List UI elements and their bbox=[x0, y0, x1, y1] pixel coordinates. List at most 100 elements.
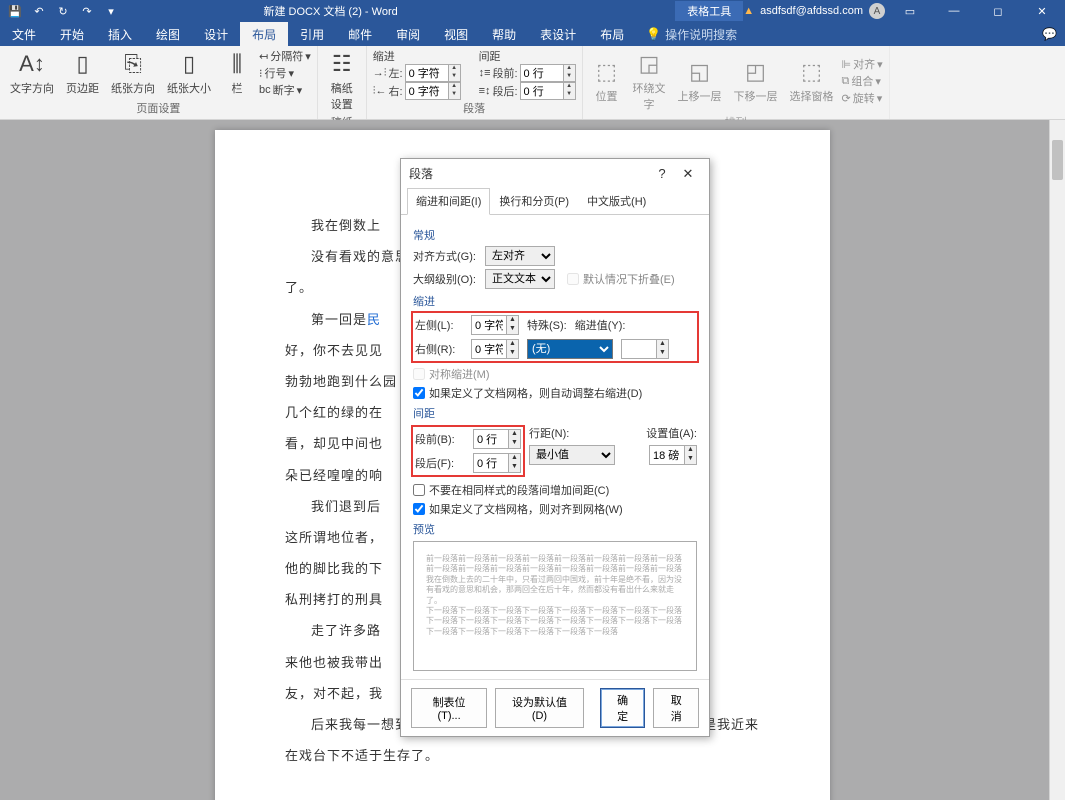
paragraph-dialog: 段落 ? ✕ 缩进和间距(I) 换行和分页(P) 中文版式(H) 常规 对齐方式… bbox=[400, 158, 710, 737]
orientation-button[interactable]: ⎘纸张方向 bbox=[107, 48, 159, 98]
breaks-button[interactable]: ↤分隔符 ▾ bbox=[259, 48, 311, 64]
orientation-icon: ⎘ bbox=[119, 50, 147, 78]
size-button[interactable]: ▯纸张大小 bbox=[163, 48, 215, 98]
line-numbers-button[interactable]: ⁝行号 ▾ bbox=[259, 65, 311, 81]
manuscript-button[interactable]: ☷稿纸 设置 bbox=[324, 48, 360, 114]
tab-help[interactable]: 帮助 bbox=[480, 22, 528, 47]
tab-asian-typography[interactable]: 中文版式(H) bbox=[578, 188, 655, 214]
alignment-label: 对齐方式(G): bbox=[413, 248, 479, 264]
margins-button[interactable]: ▯页边距 bbox=[62, 48, 103, 98]
quick-access-toolbar: 💾 ↶ ↻ ↷ ▾ bbox=[0, 5, 126, 18]
tab-design[interactable]: 设计 bbox=[192, 22, 240, 47]
close-icon[interactable]: ✕ bbox=[675, 166, 701, 182]
tell-me[interactable]: 💡操作说明搜索 bbox=[636, 22, 747, 47]
bring-forward-button[interactable]: ◱上移一层 bbox=[674, 56, 726, 106]
group-arrange: ⬚位置 ◲环绕文 字 ◱上移一层 ◰下移一层 ⬚选择窗格 ⊫对齐 ▾ ⧉组合 ▾… bbox=[583, 46, 890, 119]
tabs-button[interactable]: 制表位(T)... bbox=[411, 688, 487, 728]
indent-right-icon: ⫶← bbox=[373, 85, 387, 98]
line-spacing-select[interactable]: 最小值 bbox=[529, 445, 615, 465]
before-input[interactable]: ▲▼ bbox=[473, 429, 521, 449]
selection-pane-button[interactable]: ⬚选择窗格 bbox=[786, 56, 838, 106]
ok-button[interactable]: 确定 bbox=[600, 688, 646, 728]
redo-icon[interactable]: ↻ bbox=[52, 5, 74, 18]
default-button[interactable]: 设为默认值(D) bbox=[495, 688, 584, 728]
by-label: 缩进值(Y): bbox=[575, 317, 626, 333]
breaks-icon: ↤ bbox=[259, 50, 268, 63]
at-input[interactable]: ▲▼ bbox=[649, 445, 697, 465]
at-label: 设置值(A): bbox=[646, 425, 697, 441]
alignment-select[interactable]: 左对齐 bbox=[485, 246, 555, 266]
spacing-label: 间距 bbox=[479, 48, 576, 64]
tab-draw[interactable]: 绘图 bbox=[144, 22, 192, 47]
section-indent: 缩进 bbox=[413, 293, 697, 309]
tab-home[interactable]: 开始 bbox=[48, 22, 96, 47]
indent-left-spinner[interactable]: ▲▼ bbox=[405, 64, 461, 82]
tab-view[interactable]: 视图 bbox=[432, 22, 480, 47]
tab-review[interactable]: 审阅 bbox=[384, 22, 432, 47]
wrap-button[interactable]: ◲环绕文 字 bbox=[629, 48, 670, 114]
snap-grid-checkbox[interactable] bbox=[413, 503, 425, 515]
auto-right-checkbox[interactable] bbox=[413, 387, 425, 399]
rotate-button[interactable]: ⟳旋转 ▾ bbox=[842, 90, 883, 106]
section-spacing: 间距 bbox=[413, 405, 697, 421]
warning-icon: ▲ bbox=[743, 5, 754, 17]
document-title: 新建 DOCX 文档 (2) - Word bbox=[126, 3, 535, 19]
text-direction-icon: A↕ bbox=[18, 50, 46, 78]
tab-table-design[interactable]: 表设计 bbox=[528, 22, 588, 47]
space-after-spinner[interactable]: ▲▼ bbox=[520, 82, 576, 100]
tab-line-page-breaks[interactable]: 换行和分页(P) bbox=[490, 188, 578, 214]
ribbon: A↕文字方向 ▯页边距 ⎘纸张方向 ▯纸张大小 ⫼栏 ↤分隔符 ▾ ⁝行号 ▾ … bbox=[0, 46, 1065, 120]
tab-layout[interactable]: 布局 bbox=[240, 22, 288, 47]
manuscript-icon: ☷ bbox=[328, 50, 356, 78]
indent-right-input[interactable]: ▲▼ bbox=[471, 339, 519, 359]
special-select[interactable]: (无) bbox=[527, 339, 613, 359]
save-icon[interactable]: 💾 bbox=[4, 5, 26, 18]
position-button[interactable]: ⬚位置 bbox=[589, 56, 625, 106]
tab-indent-spacing[interactable]: 缩进和间距(I) bbox=[407, 188, 490, 215]
minimize-button[interactable]: — bbox=[935, 5, 973, 17]
group-label-paragraph: 段落 bbox=[373, 100, 576, 117]
comments-icon[interactable]: 💬 bbox=[1034, 23, 1065, 45]
group-button[interactable]: ⧉组合 ▾ bbox=[842, 73, 883, 89]
tab-mail[interactable]: 邮件 bbox=[336, 22, 384, 47]
close-button[interactable]: ✕ bbox=[1023, 5, 1061, 18]
tab-file[interactable]: 文件 bbox=[0, 22, 48, 47]
hyperlink[interactable]: 民 bbox=[367, 312, 381, 327]
outline-select[interactable]: 正文文本 bbox=[485, 269, 555, 289]
indent-right-spinner[interactable]: ▲▼ bbox=[405, 82, 461, 100]
tab-insert[interactable]: 插入 bbox=[96, 22, 144, 47]
ribbon-options-icon[interactable]: ▭ bbox=[891, 5, 929, 18]
no-space-checkbox[interactable] bbox=[413, 484, 425, 496]
avatar[interactable]: A bbox=[869, 3, 885, 19]
undo-icon[interactable]: ↶ bbox=[28, 5, 50, 18]
indent-left-icon: →⫶ bbox=[373, 67, 387, 80]
indent-left-input[interactable]: ▲▼ bbox=[471, 315, 519, 335]
special-label: 特殊(S): bbox=[527, 317, 567, 333]
help-button[interactable]: ? bbox=[649, 166, 675, 181]
section-preview: 预览 bbox=[413, 521, 697, 537]
hyphenation-button[interactable]: bc断字 ▾ bbox=[259, 82, 311, 98]
user-email[interactable]: asdfsdf@afdssd.com bbox=[760, 5, 863, 17]
qat-customize-icon[interactable]: ▾ bbox=[100, 5, 122, 18]
scrollbar[interactable] bbox=[1049, 120, 1065, 800]
highlight-indent: 左侧(L): ▲▼ 特殊(S): 缩进值(Y): 右侧(R): ▲▼ (无) ▲… bbox=[411, 311, 699, 363]
title-bar: 💾 ↶ ↻ ↷ ▾ 新建 DOCX 文档 (2) - Word 表格工具 ▲ a… bbox=[0, 0, 1065, 22]
align-button[interactable]: ⊫对齐 ▾ bbox=[842, 56, 883, 72]
repeat-icon[interactable]: ↷ bbox=[76, 5, 98, 18]
mirror-checkbox bbox=[413, 368, 425, 380]
send-backward-button[interactable]: ◰下移一层 bbox=[730, 56, 782, 106]
tab-table-layout[interactable]: 布局 bbox=[588, 22, 636, 47]
space-before-spinner[interactable]: ▲▼ bbox=[520, 64, 576, 82]
tab-references[interactable]: 引用 bbox=[288, 22, 336, 47]
scrollbar-thumb[interactable] bbox=[1052, 140, 1063, 180]
position-icon: ⬚ bbox=[593, 58, 621, 86]
group-page-setup: A↕文字方向 ▯页边距 ⎘纸张方向 ▯纸张大小 ⫼栏 ↤分隔符 ▾ ⁝行号 ▾ … bbox=[0, 46, 318, 119]
text-direction-button[interactable]: A↕文字方向 bbox=[6, 48, 58, 98]
cancel-button[interactable]: 取消 bbox=[653, 688, 699, 728]
section-general: 常规 bbox=[413, 227, 697, 243]
columns-button[interactable]: ⫼栏 bbox=[219, 48, 255, 98]
by-input[interactable]: ▲▼ bbox=[621, 339, 669, 359]
after-input[interactable]: ▲▼ bbox=[473, 453, 521, 473]
maximize-button[interactable]: ◻ bbox=[979, 5, 1017, 18]
group-paragraph: 缩进 →⫶左: ▲▼ ⫶←右: ▲▼ 间距 ↕≡段前: ▲▼ ≡↕段后: ▲▼ … bbox=[367, 46, 583, 119]
